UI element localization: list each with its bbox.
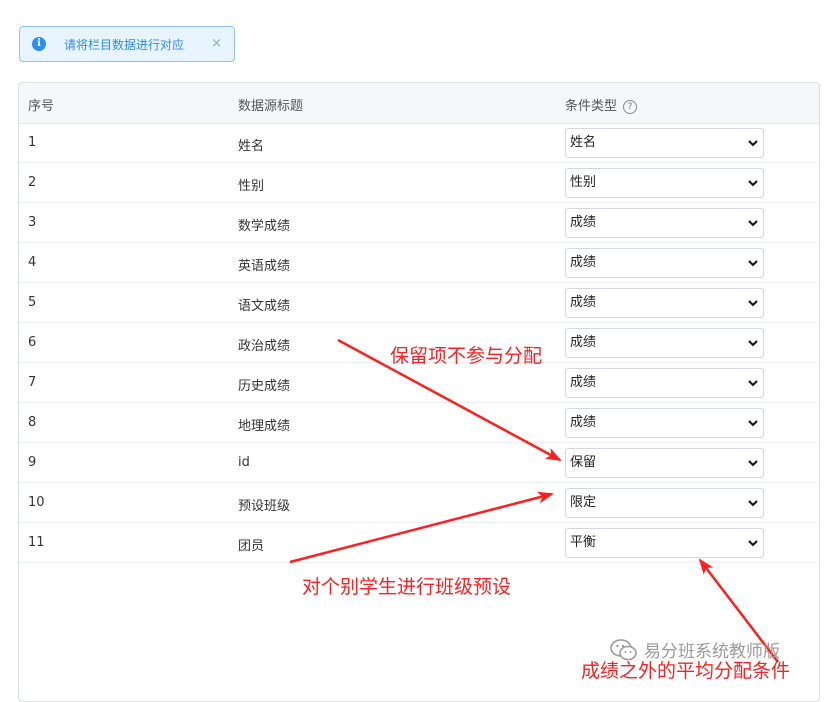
- annotation-preset: 对个别学生进行班级预设: [302, 576, 512, 598]
- arrow-to-preset: [289, 491, 554, 564]
- annotation-reserve: 保留项不参与分配: [390, 345, 543, 367]
- annotation-balance: 成绩之外的平均分配条件: [581, 660, 791, 682]
